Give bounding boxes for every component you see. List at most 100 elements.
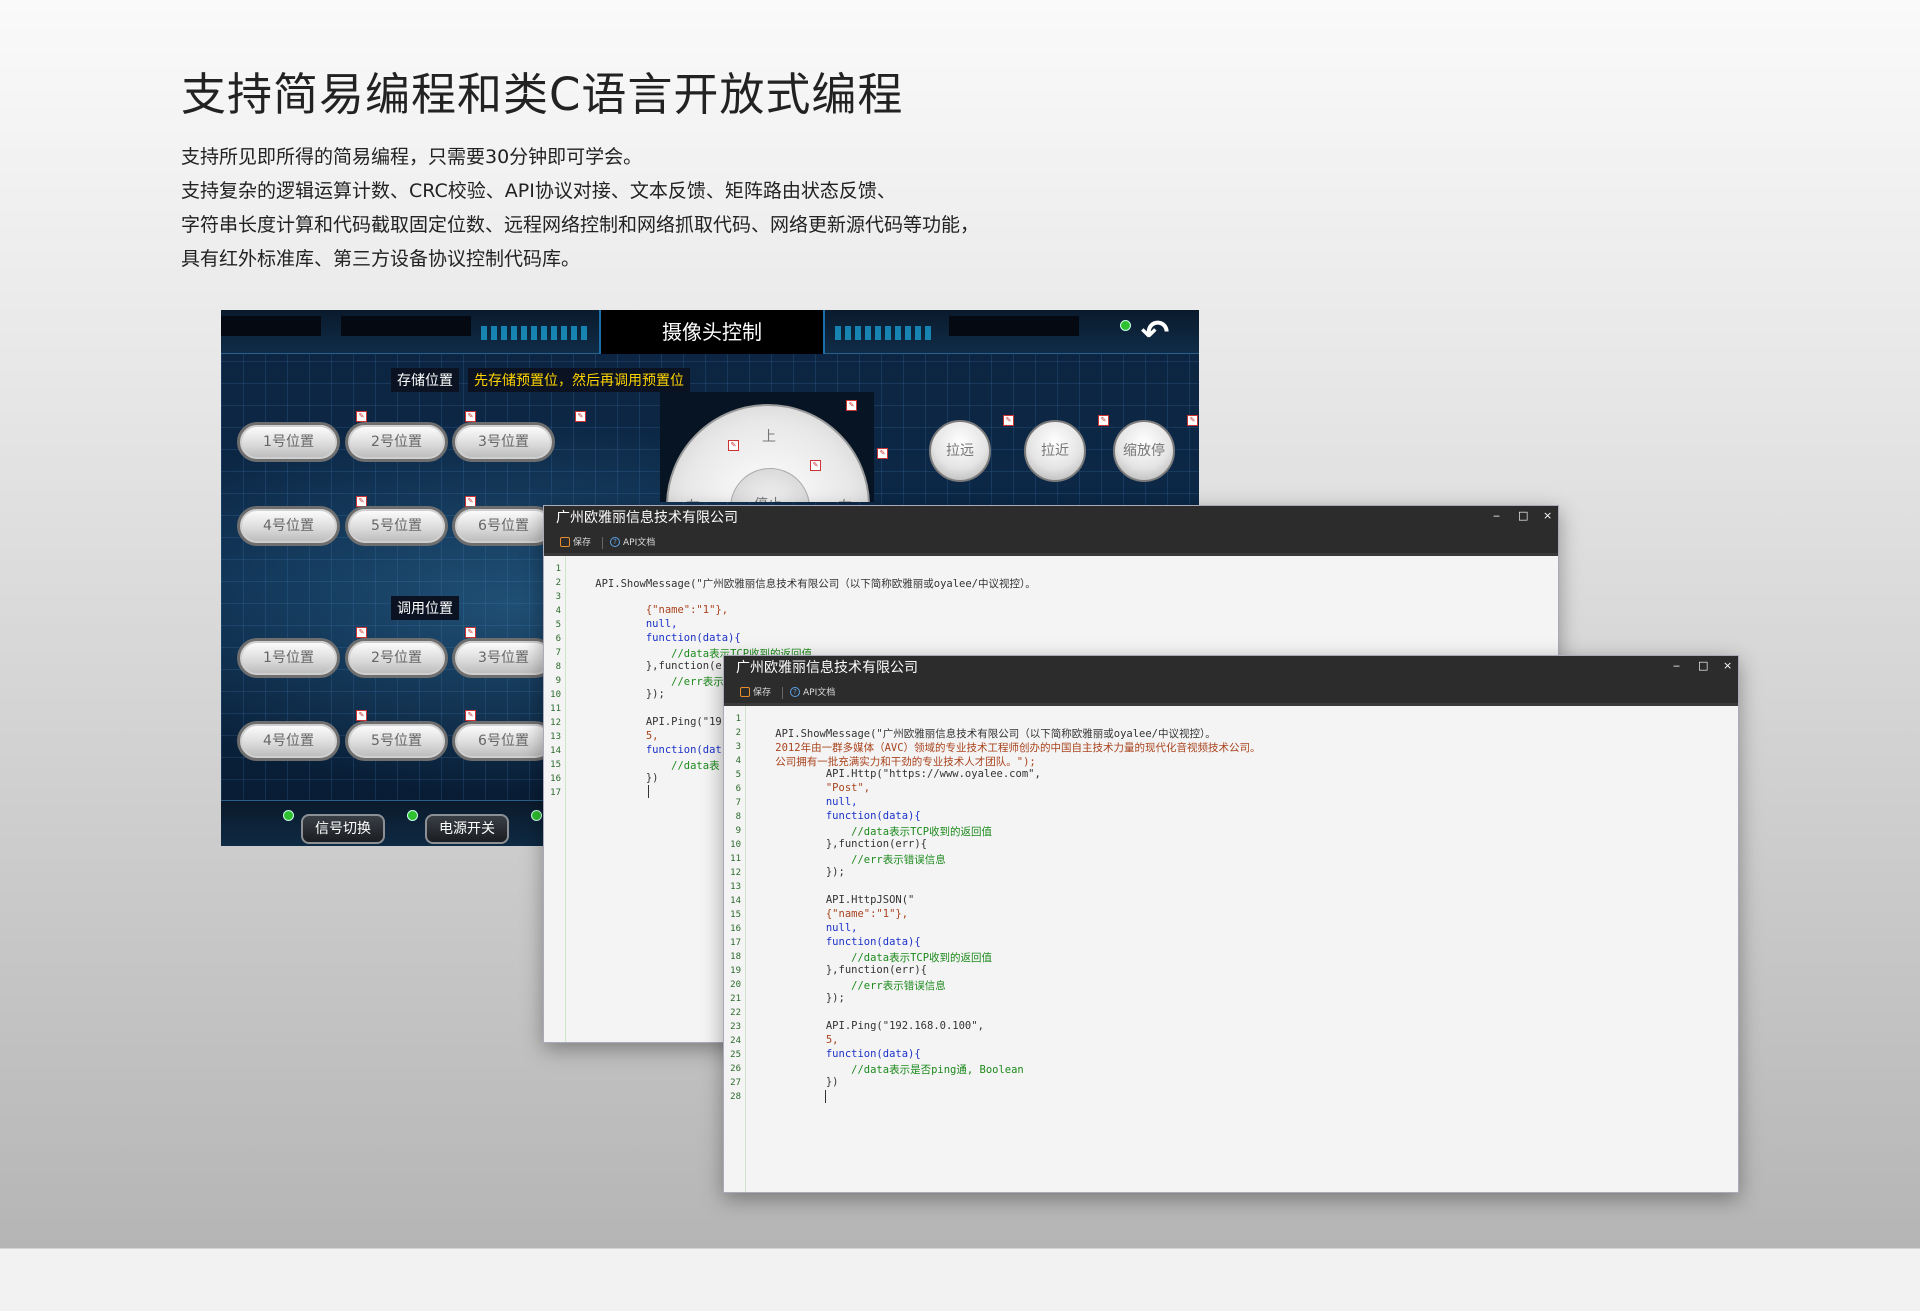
- api-doc-label: API文档: [803, 688, 836, 698]
- joystick-pad[interactable]: 上 左 右 停止: [666, 404, 870, 502]
- edit-icon[interactable]: ✎: [356, 710, 367, 721]
- store-position-1-button[interactable]: 1号位置: [237, 422, 340, 462]
- edit-icon[interactable]: ✎: [465, 411, 476, 422]
- code-line: });: [750, 866, 845, 878]
- code-line: 公司拥有一批充满实力和干劲的专业技术人才团队。");: [750, 756, 1036, 768]
- save-label: 保存: [753, 688, 772, 698]
- line-number: 8: [735, 812, 741, 822]
- call-position-1-button[interactable]: 1号位置: [237, 638, 340, 678]
- line-number: 5: [555, 620, 561, 630]
- call-position-6-button[interactable]: 6号位置: [452, 721, 555, 761]
- code-line: null,: [570, 618, 678, 630]
- code-line: function(data){: [570, 632, 741, 644]
- store-position-5-button[interactable]: 5号位置: [345, 506, 448, 546]
- top-bar-decoration: [949, 316, 1079, 336]
- line-number: 15: [730, 910, 741, 920]
- call-position-4-button[interactable]: 4号位置: [237, 721, 340, 761]
- line-number: 13: [730, 882, 741, 892]
- save-button[interactable]: 保存: [560, 535, 591, 548]
- line-number: 22: [730, 1008, 741, 1018]
- zoom-in-button[interactable]: 拉近: [1024, 420, 1086, 482]
- edit-icon[interactable]: ✎: [356, 411, 367, 422]
- edit-icon[interactable]: ✎: [356, 627, 367, 638]
- store-position-6-button[interactable]: 6号位置: [452, 506, 555, 546]
- text-cursor: [648, 785, 649, 798]
- minimize-button[interactable]: ‒: [1493, 506, 1500, 526]
- top-bar-decoration: [341, 316, 471, 336]
- api-doc-button[interactable]: ? API文档: [610, 535, 655, 548]
- line-number: 20: [730, 980, 741, 990]
- line-number-gutter: 1 2 3 4 5 6 7 8 9 10 11 12 13 14 15 16 17 18 19 20 21 22 23 24 2…: [724, 706, 746, 1192]
- line-number: 17: [550, 788, 561, 798]
- edit-icon[interactable]: ✎: [877, 448, 888, 459]
- call-position-2-button[interactable]: 2号位置: [345, 638, 448, 678]
- code-line: function(data){: [750, 810, 921, 822]
- editor-title: 广州欧雅丽信息技术有限公司: [544, 506, 1558, 530]
- line-number: 14: [730, 896, 741, 906]
- code-line: //data表: [570, 760, 720, 772]
- code-line: //data表示是否ping通, Boolean: [750, 1064, 1024, 1076]
- edit-icon[interactable]: ✎: [465, 710, 476, 721]
- store-position-4-button[interactable]: 4号位置: [237, 506, 340, 546]
- edit-icon[interactable]: ✎: [465, 627, 476, 638]
- code-line: {"name":"1"},: [750, 908, 909, 920]
- edit-icon[interactable]: ✎: [846, 400, 857, 411]
- edit-icon[interactable]: ✎: [575, 411, 586, 422]
- code-line: function(dat: [570, 744, 722, 756]
- line-number: 25: [730, 1050, 741, 1060]
- top-bar-decoration: [835, 326, 935, 340]
- code-line: 5,: [570, 730, 659, 742]
- edit-icon[interactable]: ✎: [1187, 415, 1198, 426]
- line-number: 4: [555, 606, 561, 616]
- line-number: 21: [730, 994, 741, 1004]
- text-cursor: [825, 1090, 826, 1103]
- code-editor-window-front: 广州欧雅丽信息技术有限公司 ‒ □ × 保存 ? API文档 1234567891…: [723, 655, 1739, 1193]
- line-number: 16: [550, 774, 561, 784]
- status-ok-icon: [283, 810, 294, 821]
- edit-icon[interactable]: ✎: [810, 460, 821, 471]
- code-line: {"name":"1"},: [570, 604, 729, 616]
- joystick-up-label[interactable]: 上: [762, 426, 776, 446]
- maximize-button[interactable]: □: [1518, 506, 1528, 526]
- call-position-3-button[interactable]: 3号位置: [452, 638, 555, 678]
- line-number: 6: [555, 634, 561, 644]
- zoom-stop-button[interactable]: 缩放停: [1113, 420, 1175, 482]
- joystick-right-label[interactable]: 右: [838, 496, 852, 502]
- status-ok-icon: [531, 810, 542, 821]
- code-line: },function(err){: [570, 660, 748, 672]
- store-position-2-button[interactable]: 2号位置: [345, 422, 448, 462]
- minimize-button[interactable]: ‒: [1673, 656, 1680, 676]
- code-line: });: [750, 992, 845, 1004]
- page-title: 支持简易编程和类C语言开放式编程: [181, 68, 904, 121]
- joystick-stop-label[interactable]: 停止: [754, 494, 782, 502]
- call-position-5-button[interactable]: 5号位置: [345, 721, 448, 761]
- code-line: "Post",: [750, 782, 871, 794]
- power-switch-button[interactable]: 电源开关: [425, 814, 509, 844]
- save-icon: [740, 686, 750, 697]
- back-arrow-icon[interactable]: ↶: [1133, 316, 1177, 350]
- code-line: }): [750, 1076, 839, 1088]
- code-line: 2012年由一群多媒体（AVC）领域的专业技术工程师创办的中国自主技术力量的现代…: [750, 742, 1261, 754]
- zoom-out-button[interactable]: 拉远: [929, 420, 991, 482]
- close-button[interactable]: ×: [1723, 656, 1732, 676]
- signal-switch-button[interactable]: 信号切换: [301, 814, 385, 844]
- description-line: 字符串长度计算和代码截取固定位数、远程网络控制和网络抓取代码、网络更新源代码等功…: [181, 214, 980, 236]
- save-icon: [560, 536, 570, 547]
- code-line: },function(err){: [750, 838, 928, 850]
- maximize-button[interactable]: □: [1698, 656, 1708, 676]
- edit-icon[interactable]: ✎: [1003, 415, 1014, 426]
- code-line: function(data){: [750, 936, 921, 948]
- close-button[interactable]: ×: [1543, 506, 1552, 526]
- camera-panel-title: 摄像头控制: [599, 310, 825, 354]
- edit-icon[interactable]: ✎: [1098, 415, 1109, 426]
- line-number: 7: [735, 798, 741, 808]
- line-number: 16: [730, 924, 741, 934]
- edit-icon[interactable]: ✎: [728, 440, 739, 451]
- page-description: 支持所见即所得的简易编程，只需要30分钟即可学会。 支持复杂的逻辑运算计数、CR…: [181, 140, 1081, 276]
- code-line: });: [570, 688, 665, 700]
- line-number: 1: [555, 564, 561, 574]
- joystick-left-label[interactable]: 左: [686, 496, 700, 502]
- store-position-3-button[interactable]: 3号位置: [452, 422, 555, 462]
- api-doc-button[interactable]: ? API文档: [790, 685, 835, 698]
- save-button[interactable]: 保存: [740, 685, 771, 698]
